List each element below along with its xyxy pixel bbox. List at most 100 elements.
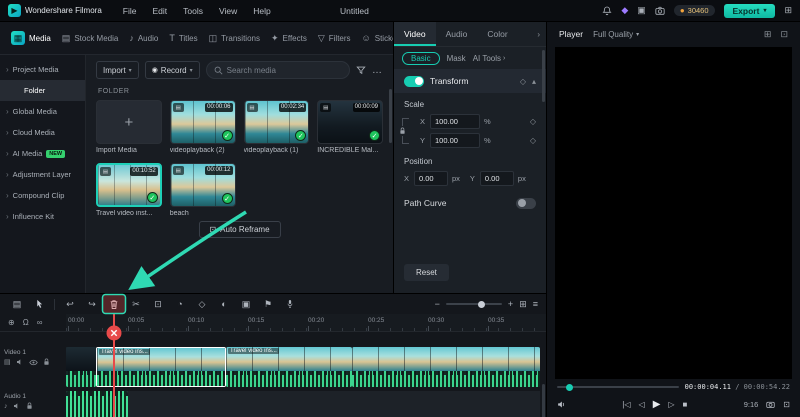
mute-track-icon[interactable] — [16, 358, 24, 366]
sidebar-item-folder[interactable]: Folder — [0, 80, 85, 101]
tab-filters[interactable]: ▽ Filters — [313, 31, 356, 46]
media-item-import[interactable]: + Import Media — [96, 100, 162, 154]
position-y-input[interactable] — [479, 171, 514, 186]
notification-bell-icon[interactable] — [602, 6, 612, 16]
menu-tools[interactable]: Tools — [176, 4, 210, 18]
previous-frame-icon[interactable]: ◁ — [639, 400, 645, 409]
zoom-slider[interactable] — [445, 300, 502, 308]
menu-view[interactable]: View — [212, 4, 244, 18]
track-thumbnail-icon[interactable]: ▤ — [4, 358, 11, 366]
coin-balance[interactable]: ● 30460 — [673, 5, 715, 16]
zoom-out-icon[interactable]: − — [435, 299, 440, 309]
fullscreen-icon[interactable]: ⊡ — [783, 400, 790, 409]
aspect-ratio-selector[interactable]: 9:16 — [744, 400, 759, 409]
volume-icon[interactable] — [557, 400, 566, 409]
media-item[interactable]: ▤ 00:00:12 ✓ beach — [169, 163, 236, 217]
menu-file[interactable]: File — [116, 4, 144, 18]
play-icon[interactable]: ▶ — [653, 399, 661, 410]
next-frame-icon[interactable]: ▷ — [668, 400, 674, 409]
reset-button[interactable]: Reset — [404, 264, 449, 281]
subtab-ai-tools[interactable]: AI Tools › — [473, 54, 506, 63]
tab-audio-props[interactable]: Audio — [436, 22, 478, 46]
hide-track-icon[interactable] — [28, 359, 38, 366]
keyframe-icon[interactable]: ◇ — [530, 136, 536, 145]
video-track-lane[interactable]: Travel video ins... Travel video ins... — [66, 347, 540, 387]
sidebar-item-cloud-media[interactable]: › Cloud Media — [0, 122, 85, 143]
snap-magnet-icon[interactable]: Ω — [23, 318, 29, 327]
fit-timeline-icon[interactable]: ⊞ — [519, 299, 527, 310]
upgrade-icon[interactable]: ◆ — [621, 6, 628, 15]
tabs-overflow-icon[interactable]: › — [531, 22, 546, 46]
panel-layout-icon[interactable]: ⊞ — [764, 29, 772, 40]
marker-icon[interactable]: ⚑ — [257, 294, 279, 314]
layout-icon[interactable]: ⊞ — [784, 6, 792, 15]
snapshot-icon[interactable] — [766, 400, 775, 409]
speed-icon[interactable]: ◔ — [169, 294, 191, 314]
tab-effects[interactable]: ✦ Effects — [266, 31, 312, 46]
tab-media[interactable]: ▦ Media — [6, 28, 56, 48]
seek-bar[interactable] — [557, 383, 679, 391]
lock-track-icon[interactable] — [26, 402, 33, 410]
timeline-ruler[interactable]: ⊕ Ω ∞ 00:00 00:05 00:10 00:15 00:20 00:2… — [0, 314, 546, 332]
media-item[interactable]: ▤ 00:00:06 ✓ videoplayback (2) — [169, 100, 236, 154]
app-logo-icon[interactable]: ▶ — [8, 4, 21, 17]
audio-clip[interactable] — [66, 391, 128, 417]
menu-help[interactable]: Help — [246, 4, 277, 18]
chevron-down-icon[interactable]: ▾ — [763, 7, 766, 14]
audio-track-lane[interactable] — [66, 391, 540, 417]
screen-record-icon[interactable]: ▣ — [637, 6, 646, 15]
keyframe-icon[interactable]: ◇ — [191, 294, 213, 314]
auto-ripple-icon[interactable]: ∞ — [37, 318, 43, 327]
filter-icon[interactable] — [356, 65, 366, 75]
sidebar-item-ai-media[interactable]: › AI Media NEW — [0, 143, 85, 164]
sidebar-item-influence-kit[interactable]: › Influence Kit — [0, 206, 85, 227]
keyframe-icon[interactable]: ◇ — [520, 77, 526, 86]
timeline-clip-selected[interactable]: Travel video ins... — [96, 347, 226, 387]
timeline-clip[interactable] — [66, 347, 96, 387]
sidebar-item-global-media[interactable]: › Global Media — [0, 101, 85, 122]
collapse-icon[interactable]: ▴ — [532, 77, 536, 86]
timeline-clip[interactable] — [352, 347, 540, 387]
track-manager-icon[interactable]: ▤ — [6, 294, 28, 314]
tab-stock-media[interactable]: ▤ Stock Media — [57, 31, 124, 46]
mute-track-icon[interactable] — [13, 402, 21, 410]
timeline-view-icon[interactable]: ≡ — [533, 299, 538, 309]
tab-transitions[interactable]: ◫ Transitions — [204, 31, 265, 46]
chroma-key-icon[interactable]: ▣ — [235, 294, 257, 314]
add-track-icon[interactable]: ⊕ — [8, 318, 15, 327]
subtab-mask[interactable]: Mask — [447, 54, 466, 63]
delete-icon[interactable] — [103, 294, 125, 314]
media-item[interactable]: ▤ 00:02:34 ✓ videoplayback (1) — [243, 100, 310, 154]
stop-icon[interactable]: ■ — [683, 400, 688, 409]
record-button[interactable]: ◉ Record ▾ — [144, 61, 200, 79]
position-x-input[interactable] — [414, 171, 448, 186]
tab-audio[interactable]: ♪ Audio — [124, 31, 163, 46]
path-curve-toggle[interactable] — [516, 197, 536, 209]
media-scrollbar[interactable] — [389, 89, 392, 143]
subtab-basic[interactable]: Basic — [402, 51, 440, 65]
scale-y-input[interactable] — [430, 133, 480, 148]
timeline-clip[interactable]: Travel video ins... — [226, 347, 352, 387]
tab-titles[interactable]: T Titles — [164, 31, 202, 46]
video-preview[interactable] — [555, 47, 792, 379]
redo-icon[interactable]: ↪ — [81, 294, 103, 314]
undo-icon[interactable]: ↩ — [59, 294, 81, 314]
more-options-icon[interactable]: … — [372, 65, 383, 76]
tab-video[interactable]: Video — [394, 22, 436, 46]
split-icon[interactable]: ✂ — [125, 294, 147, 314]
scale-x-input[interactable] — [430, 114, 480, 129]
menu-edit[interactable]: Edit — [145, 4, 174, 18]
detach-player-icon[interactable]: ⊡ — [780, 29, 788, 40]
properties-scrollbar[interactable] — [542, 50, 545, 102]
skip-back-icon[interactable]: |◁ — [622, 400, 630, 409]
voiceover-icon[interactable] — [279, 294, 301, 314]
lock-ratio-icon[interactable] — [399, 126, 406, 136]
auto-reframe-button[interactable]: ⊡ Auto Reframe — [198, 221, 281, 238]
search-media-input[interactable] — [226, 65, 342, 75]
media-item[interactable]: ▤ 00:00:09 ✓ INCREDIBLE Mal... — [317, 100, 383, 154]
sidebar-item-project-media[interactable]: › Project Media — [0, 59, 85, 80]
sidebar-item-compound-clip[interactable]: › Compound Clip — [0, 185, 85, 206]
zoom-in-icon[interactable]: + — [508, 299, 513, 309]
seek-handle[interactable] — [565, 383, 573, 391]
crop-icon[interactable]: ⊡ — [147, 294, 169, 314]
